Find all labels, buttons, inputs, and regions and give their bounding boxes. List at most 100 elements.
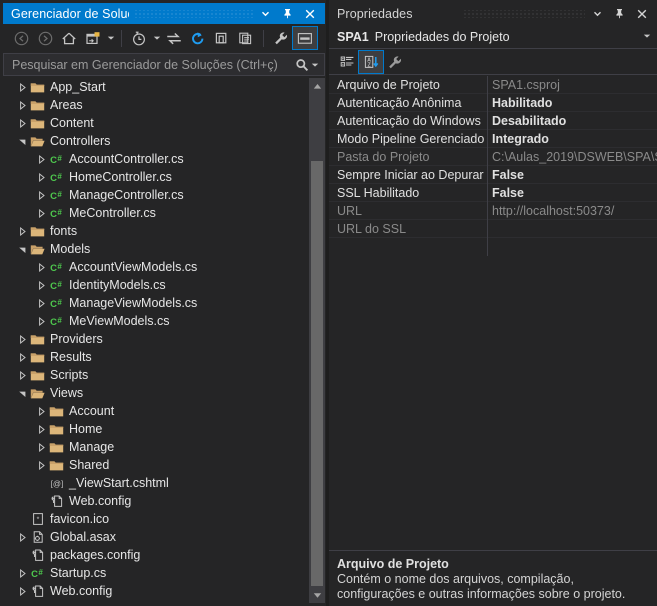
home-icon[interactable] xyxy=(57,27,81,49)
tree-item[interactable]: C # HomeController.cs xyxy=(3,168,325,186)
properties-wrench-icon[interactable] xyxy=(269,27,293,49)
expander-collapsed-icon[interactable] xyxy=(15,222,29,240)
expander-collapsed-icon[interactable] xyxy=(34,204,48,222)
back-icon[interactable] xyxy=(9,27,33,49)
tree-item[interactable]: C # AccountController.cs xyxy=(3,150,325,168)
tree-item[interactable]: packages.config xyxy=(3,546,325,564)
solution-explorer-pin-icon[interactable] xyxy=(281,7,294,20)
tree-item[interactable]: Global.asax xyxy=(3,528,325,546)
pending-changes-chevron-down-icon[interactable] xyxy=(151,27,162,49)
property-row[interactable]: Arquivo de Projeto SPA1.csproj xyxy=(329,76,657,94)
tree-vertical-scrollbar[interactable] xyxy=(309,78,325,603)
tree-item[interactable]: C # MeController.cs xyxy=(3,204,325,222)
tree-item[interactable]: Web.config xyxy=(3,492,325,510)
property-value[interactable]: http://localhost:50373/ xyxy=(487,202,657,219)
forward-icon[interactable] xyxy=(33,27,57,49)
solution-explorer-search-box[interactable] xyxy=(3,53,325,76)
expander-collapsed-icon[interactable] xyxy=(34,402,48,420)
properties-object-header[interactable]: SPA1 Propriedades do Projeto xyxy=(329,25,657,49)
alphabetical-sort-icon[interactable]: A Z xyxy=(358,50,384,74)
properties-pin-icon[interactable] xyxy=(613,7,626,20)
expander-collapsed-icon[interactable] xyxy=(34,168,48,186)
properties-titlebar[interactable]: Propriedades xyxy=(329,3,657,24)
property-row[interactable]: Autenticação do Windows Desabilitado xyxy=(329,112,657,130)
scrollbar-up-arrow-icon[interactable] xyxy=(309,78,325,94)
expander-collapsed-icon[interactable] xyxy=(15,330,29,348)
property-row[interactable]: URL http://localhost:50373/ xyxy=(329,202,657,220)
properties-object-chevron-down-icon[interactable] xyxy=(643,33,651,41)
solution-explorer-close-icon[interactable] xyxy=(303,7,316,20)
tree-item[interactable]: Views xyxy=(3,384,325,402)
property-row[interactable]: Sempre Iniciar ao Depurar False xyxy=(329,166,657,184)
property-row[interactable]: Pasta do Projeto C:\Aulas_2019\DSWEB\SPA\… xyxy=(329,148,657,166)
search-icon[interactable] xyxy=(295,58,309,72)
properties-close-icon[interactable] xyxy=(635,7,648,20)
expander-collapsed-icon[interactable] xyxy=(15,348,29,366)
property-pages-wrench-icon[interactable] xyxy=(383,51,407,73)
property-row[interactable]: URL do SSL xyxy=(329,220,657,238)
solution-explorer-titlebar[interactable]: Gerenciador de Soluções xyxy=(3,3,325,24)
refresh-icon[interactable] xyxy=(186,27,210,49)
tree-item[interactable]: C # IdentityModels.cs xyxy=(3,276,325,294)
property-row[interactable]: Autenticação Anônima Habilitado xyxy=(329,94,657,112)
tree-item[interactable]: Models xyxy=(3,240,325,258)
expander-collapsed-icon[interactable] xyxy=(34,150,48,168)
property-value[interactable]: Habilitado xyxy=(487,94,657,111)
tree-item[interactable]: Providers xyxy=(3,330,325,348)
tree-item[interactable]: Home xyxy=(3,420,325,438)
property-value[interactable]: Integrado xyxy=(487,130,657,147)
tree-item[interactable]: Areas xyxy=(3,96,325,114)
tree-item[interactable]: Content xyxy=(3,114,325,132)
property-row[interactable]: Modo Pipeline Gerenciado Integrado xyxy=(329,130,657,148)
pending-changes-filter-icon[interactable] xyxy=(127,27,151,49)
property-row[interactable]: SSL Habilitado False xyxy=(329,184,657,202)
property-value[interactable]: Desabilitado xyxy=(487,112,657,129)
scrollbar-down-arrow-icon[interactable] xyxy=(309,587,325,603)
property-value[interactable]: C:\Aulas_2019\DSWEB\SPA\SPA xyxy=(487,148,657,165)
tree-item[interactable]: Controllers xyxy=(3,132,325,150)
tree-item[interactable]: Shared xyxy=(3,456,325,474)
search-chevron-down-icon[interactable] xyxy=(309,54,320,76)
expander-collapsed-icon[interactable] xyxy=(34,438,48,456)
categorized-view-icon[interactable] xyxy=(335,51,359,73)
tree-item[interactable]: C # Startup.cs xyxy=(3,564,325,582)
collapse-all-icon[interactable] xyxy=(210,27,234,49)
expander-expanded-icon[interactable] xyxy=(15,132,29,150)
expander-expanded-icon[interactable] xyxy=(15,240,29,258)
property-value[interactable] xyxy=(487,220,657,237)
solution-explorer-view-icon[interactable] xyxy=(81,27,105,49)
expander-collapsed-icon[interactable] xyxy=(15,528,29,546)
tree-item[interactable]: [@] _ViewStart.cshtml xyxy=(3,474,325,492)
property-value[interactable]: False xyxy=(487,166,657,183)
tree-item[interactable]: fonts xyxy=(3,222,325,240)
expander-collapsed-icon[interactable] xyxy=(34,294,48,312)
expander-collapsed-icon[interactable] xyxy=(34,420,48,438)
expander-collapsed-icon[interactable] xyxy=(15,78,29,96)
tree-item[interactable]: C # ManageViewModels.cs xyxy=(3,294,325,312)
properties-column-divider[interactable] xyxy=(487,76,488,256)
tree-item[interactable]: Web.config xyxy=(3,582,325,600)
tree-item[interactable]: * favicon.ico xyxy=(3,510,325,528)
expander-collapsed-icon[interactable] xyxy=(34,456,48,474)
property-value[interactable]: SPA1.csproj xyxy=(487,76,657,93)
tree-item[interactable]: App_Start xyxy=(3,78,325,96)
scrollbar-thumb[interactable] xyxy=(311,161,323,586)
preview-selected-items-icon[interactable] xyxy=(292,26,318,50)
tree-item[interactable]: C # ManageController.cs xyxy=(3,186,325,204)
expander-collapsed-icon[interactable] xyxy=(15,114,29,132)
property-value[interactable]: False xyxy=(487,184,657,201)
solution-explorer-view-chevron-down-icon[interactable] xyxy=(105,27,116,49)
tree-item[interactable]: C # MeViewModels.cs xyxy=(3,312,325,330)
expander-collapsed-icon[interactable] xyxy=(34,186,48,204)
search-input[interactable] xyxy=(12,57,295,72)
tree-item[interactable]: Manage xyxy=(3,438,325,456)
expander-collapsed-icon[interactable] xyxy=(34,258,48,276)
solution-explorer-dropdown-icon[interactable] xyxy=(259,7,272,20)
sync-with-active-document-icon[interactable] xyxy=(162,27,186,49)
expander-collapsed-icon[interactable] xyxy=(15,96,29,114)
tree-item[interactable]: Account xyxy=(3,402,325,420)
properties-dropdown-icon[interactable] xyxy=(591,7,604,20)
show-all-files-icon[interactable] xyxy=(234,27,258,49)
expander-collapsed-icon[interactable] xyxy=(15,582,29,600)
expander-collapsed-icon[interactable] xyxy=(34,312,48,330)
